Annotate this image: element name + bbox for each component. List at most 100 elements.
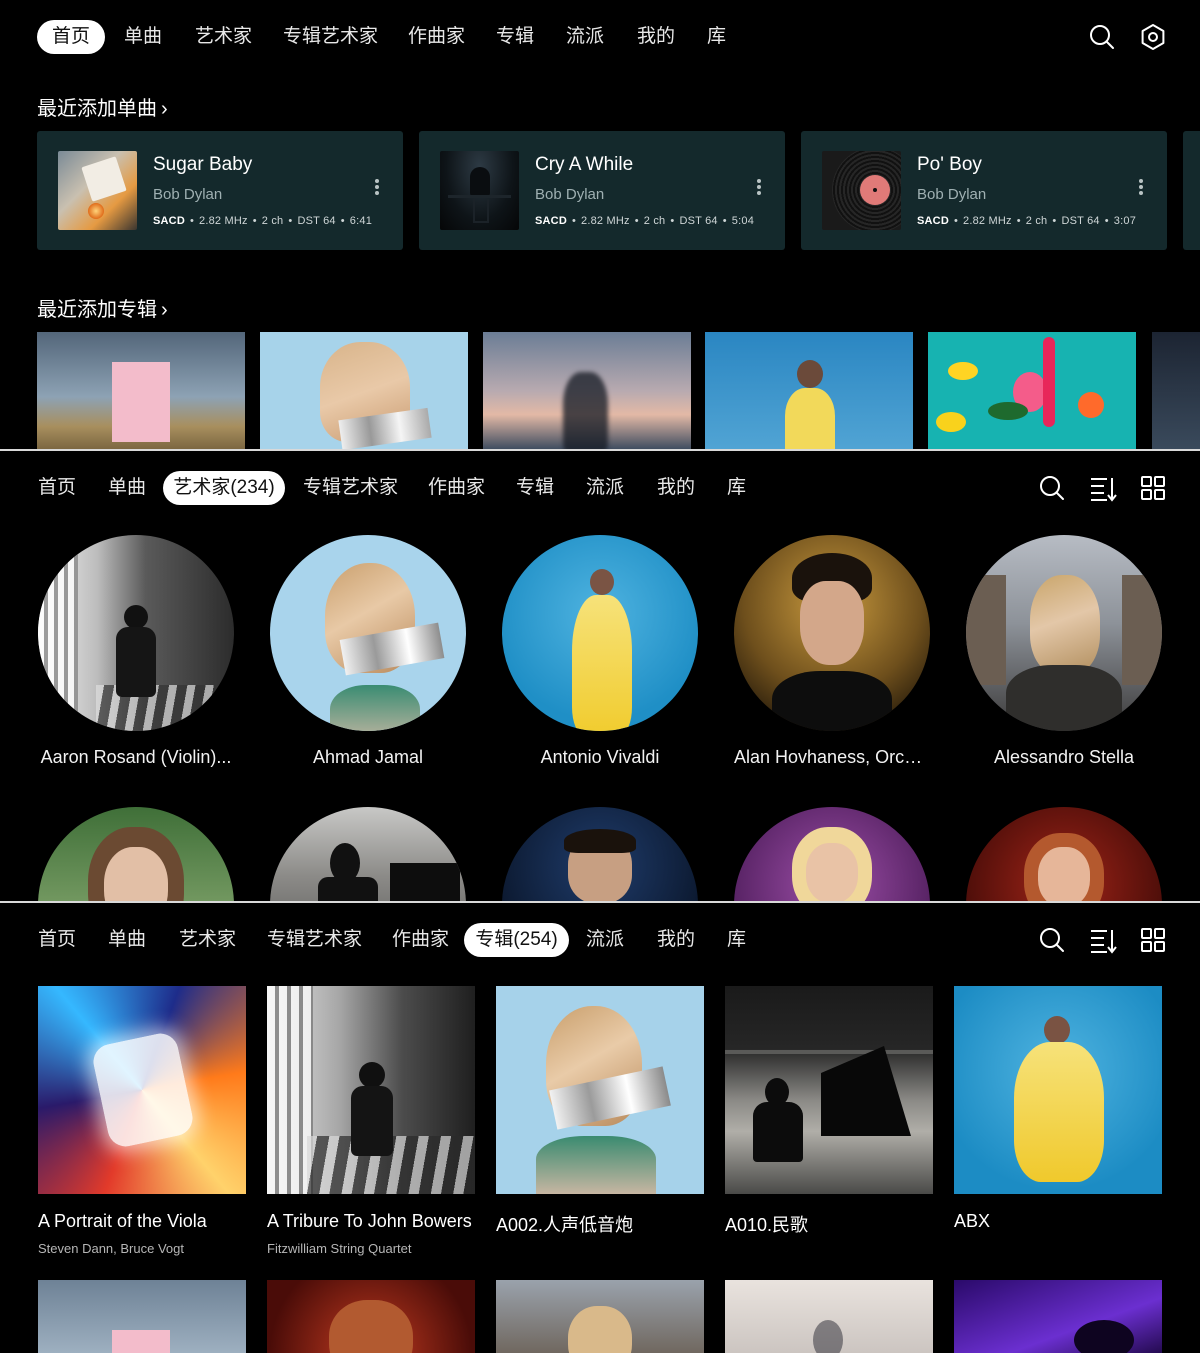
tab-artists[interactable]: 艺术家(234): [163, 471, 285, 505]
album-cover[interactable]: [496, 1280, 704, 1353]
track-format-info: SACD • 2.82 MHz • 2 ch • DST 64 • 6:41: [153, 215, 373, 227]
album-cover[interactable]: [954, 1280, 1162, 1353]
album-title: A010.民歌: [725, 1215, 809, 1235]
artist-avatar: [734, 535, 930, 731]
album-cover[interactable]: [267, 1280, 475, 1353]
artist-avatar: [966, 535, 1162, 731]
tab-album-artists[interactable]: 专辑艺术家: [283, 20, 378, 54]
tab-composers[interactable]: 作曲家: [408, 20, 465, 54]
album-cover[interactable]: [1152, 332, 1200, 450]
recent-albums-link[interactable]: 最近添加专辑 ›: [37, 293, 168, 322]
album-cover[interactable]: [260, 332, 468, 450]
tab-library[interactable]: 库: [727, 923, 746, 957]
track-format-info: SACD • 2.82 MHz • 2 ch • DST 64 • 5:04: [535, 215, 755, 227]
track-artwork: [58, 151, 137, 230]
artist-name: Ahmad Jamal: [312, 747, 424, 767]
tab-library[interactable]: 库: [707, 20, 726, 54]
tab-genres[interactable]: 流派: [566, 20, 604, 54]
album-cover[interactable]: [483, 332, 691, 450]
tab-albums[interactable]: 专辑: [516, 471, 554, 505]
track-title: Cry A While: [535, 154, 634, 175]
more-options-icon[interactable]: [753, 177, 765, 201]
album-item[interactable]: A002.人声低音炮: [496, 986, 704, 1246]
track-card[interactable]: Po' Boy Bob Dylan SACD • 2.82 MHz • 2 ch • DST…: [801, 131, 1167, 250]
album-cover[interactable]: [928, 332, 1136, 450]
tab-home[interactable]: 首页: [37, 20, 105, 54]
search-icon[interactable]: [1087, 22, 1117, 52]
tab-albums[interactable]: 专辑: [496, 20, 534, 54]
artist-avatar[interactable]: [734, 807, 930, 901]
recent-albums-title: 最近添加专辑: [37, 299, 157, 321]
track-artwork: [440, 151, 519, 230]
tab-composers[interactable]: 作曲家: [428, 471, 485, 505]
track-artwork: [822, 151, 901, 230]
tab-genres[interactable]: 流派: [586, 471, 624, 505]
track-format-info: SACD • 2.82 MHz • 2 ch • DST 64 • 3:07: [917, 215, 1137, 227]
top-nav: 首页 单曲 艺术家 专辑艺术家 作曲家 专辑 流派 我的 库: [0, 0, 1200, 76]
tab-album-artists[interactable]: 专辑艺术家: [303, 471, 398, 505]
album-cover[interactable]: [38, 1280, 246, 1353]
recent-tracks-link[interactable]: 最近添加单曲 ›: [37, 92, 168, 121]
tab-artists[interactable]: 艺术家: [179, 923, 236, 957]
tab-tracks[interactable]: 单曲: [108, 923, 146, 957]
artist-name: Alessandro Stella: [993, 747, 1135, 767]
artist-avatar[interactable]: [966, 807, 1162, 901]
artist-item[interactable]: Antonio Vivaldi: [502, 535, 698, 768]
track-card[interactable]: Cry A While Bob Dylan SACD • 2.82 MHz • 2 ch…: [419, 131, 785, 250]
tab-artists[interactable]: 艺术家: [195, 20, 252, 54]
tab-home[interactable]: 首页: [38, 471, 76, 505]
artist-item[interactable]: Alan Hovhaness, Orch....: [734, 535, 930, 768]
tab-mine[interactable]: 我的: [657, 471, 695, 505]
artist-name: Antonio Vivaldi: [540, 747, 660, 767]
tab-mine[interactable]: 我的: [657, 923, 695, 957]
album-cover[interactable]: [37, 332, 245, 450]
artist-item[interactable]: Aaron Rosand (Violin)...: [38, 535, 234, 768]
artist-item[interactable]: Alessandro Stella: [966, 535, 1162, 768]
tab-mine[interactable]: 我的: [637, 20, 675, 54]
recent-tracks-title: 最近添加单曲: [37, 98, 157, 120]
more-options-icon[interactable]: [1135, 177, 1147, 201]
sort-icon[interactable]: [1088, 473, 1118, 503]
album-cover: [725, 986, 933, 1194]
artist-avatar[interactable]: [270, 807, 466, 901]
album-cover[interactable]: [705, 332, 913, 450]
artist-avatar[interactable]: [502, 807, 698, 901]
albums-view: 首页 单曲 艺术家 专辑艺术家 作曲家 专辑(254) 流派 我的 库 A Po…: [0, 903, 1200, 1353]
sort-icon[interactable]: [1088, 925, 1118, 955]
album-title: A Tribure To John Bowers: [267, 1211, 472, 1231]
tab-genres[interactable]: 流派: [586, 923, 624, 957]
search-icon[interactable]: [1037, 473, 1067, 503]
track-card[interactable]: [1183, 131, 1200, 250]
artist-avatar[interactable]: [38, 807, 234, 901]
tab-tracks[interactable]: 单曲: [108, 471, 146, 505]
chevron-right-icon: ›: [161, 299, 168, 321]
search-icon[interactable]: [1037, 925, 1067, 955]
tab-home[interactable]: 首页: [38, 923, 76, 957]
album-cover: [38, 986, 246, 1194]
album-cover: [267, 986, 475, 1194]
track-card[interactable]: Sugar Baby Bob Dylan SACD • 2.82 MHz • 2 ch •…: [37, 131, 403, 250]
settings-icon[interactable]: [1138, 22, 1168, 52]
top-nav: 首页 单曲 艺术家 专辑艺术家 作曲家 专辑(254) 流派 我的 库: [0, 903, 1200, 979]
album-item[interactable]: A Portrait of the Viola Steven Dann, Bru…: [38, 986, 246, 1256]
tab-album-artists[interactable]: 专辑艺术家: [267, 923, 362, 957]
album-item[interactable]: A010.民歌: [725, 986, 933, 1246]
grid-view-icon[interactable]: [1138, 925, 1168, 955]
album-item[interactable]: A Tribure To John Bowers Fitzwilliam Str…: [267, 986, 475, 1256]
home-view: 首页 单曲 艺术家 专辑艺术家 作曲家 专辑 流派 我的 库 最近添加单曲 › S…: [0, 0, 1200, 450]
artist-avatar: [270, 535, 466, 731]
tab-tracks[interactable]: 单曲: [124, 20, 162, 54]
more-options-icon[interactable]: [371, 177, 383, 201]
tab-library[interactable]: 库: [727, 471, 746, 505]
artists-view: 首页 单曲 艺术家(234) 专辑艺术家 作曲家 专辑 流派 我的 库 Aaro…: [0, 451, 1200, 901]
tab-composers[interactable]: 作曲家: [392, 923, 449, 957]
track-artist: Bob Dylan: [917, 186, 987, 203]
album-cover[interactable]: [725, 1280, 933, 1353]
grid-view-icon[interactable]: [1138, 473, 1168, 503]
track-artist: Bob Dylan: [153, 186, 223, 203]
tab-albums[interactable]: 专辑(254): [464, 923, 569, 957]
album-item[interactable]: ABX: [954, 986, 1162, 1241]
track-title: Sugar Baby: [153, 154, 253, 175]
artist-item[interactable]: Ahmad Jamal: [270, 535, 466, 768]
artist-avatar: [38, 535, 234, 731]
